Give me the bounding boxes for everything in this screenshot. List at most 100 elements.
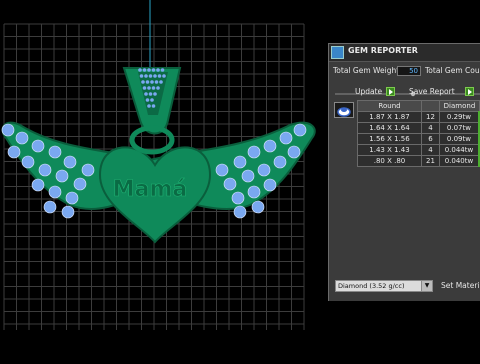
material-select[interactable]: Diamond (3.52 g/cc) ▼ bbox=[335, 280, 433, 292]
gem-icon bbox=[215, 163, 229, 177]
gem-icon bbox=[151, 86, 156, 90]
gem-icon bbox=[145, 98, 150, 102]
gem-table: Round Diamond 1.87 X 1.87 12 0.29tw 1.64 X… bbox=[357, 100, 480, 167]
gem-icon bbox=[144, 74, 148, 78]
gem-icon bbox=[247, 145, 261, 159]
gem-icon bbox=[231, 191, 245, 205]
gem-table-area: Round Diamond 1.87 X 1.87 12 0.29tw 1.64 X… bbox=[332, 100, 480, 180]
engraving-text: Mamá bbox=[113, 177, 188, 202]
gem-size: 1.87 X 1.87 bbox=[357, 111, 422, 123]
gem-weight: 0.09tw bbox=[438, 133, 480, 145]
dropdown-arrow-icon[interactable]: ▼ bbox=[421, 281, 432, 291]
gem-icon bbox=[21, 155, 35, 169]
gem-count: 4 bbox=[421, 144, 440, 156]
gem-thumbnail-icon[interactable] bbox=[334, 102, 354, 118]
gem-icon bbox=[159, 80, 163, 84]
gem-icon bbox=[147, 86, 151, 90]
gem-icon bbox=[142, 68, 147, 72]
gem-icon bbox=[233, 155, 247, 169]
gem-icon bbox=[153, 92, 157, 96]
table-row[interactable]: 1.64 X 1.64 4 0.07tw bbox=[357, 122, 480, 134]
total-gem-count-label: Total Gem Count bbox=[425, 66, 480, 75]
gem-icon bbox=[81, 163, 95, 177]
gem-icon bbox=[151, 68, 156, 72]
gem-icon bbox=[241, 169, 255, 183]
gem-weight: 0.29tw bbox=[438, 111, 480, 123]
gem-icon bbox=[162, 74, 166, 78]
gem-icon bbox=[31, 139, 45, 153]
gem-icon bbox=[61, 205, 75, 219]
gem-icon bbox=[38, 163, 52, 177]
gem-icon bbox=[154, 80, 159, 84]
gem-icon bbox=[148, 92, 153, 96]
gem-icon bbox=[1, 123, 15, 137]
update-button[interactable] bbox=[386, 87, 395, 96]
gem-icon bbox=[73, 177, 87, 191]
gem-icon bbox=[263, 139, 277, 153]
gem-icon bbox=[287, 145, 301, 159]
gem-icon bbox=[141, 80, 145, 84]
table-row[interactable]: 1.43 X 1.43 4 0.044tw bbox=[357, 144, 480, 156]
gem-icon bbox=[147, 104, 151, 108]
gem-icon bbox=[43, 200, 57, 214]
gem-icon bbox=[273, 155, 287, 169]
gem-size: 1.56 X 1.56 bbox=[357, 133, 422, 145]
pendant-model[interactable]: Mamá bbox=[1, 67, 316, 244]
gem-icon bbox=[157, 74, 162, 78]
gem-icon bbox=[153, 74, 157, 78]
gem-icon bbox=[233, 205, 247, 219]
gem-icon bbox=[63, 155, 77, 169]
gem-reporter-panel: GEM REPORTER Total Gem Weight 50 Total G… bbox=[328, 43, 480, 301]
gem-reporter-icon bbox=[331, 46, 344, 59]
panel-title: GEM REPORTER bbox=[348, 46, 418, 55]
column-header: Round bbox=[357, 100, 422, 112]
gem-icon bbox=[151, 104, 156, 108]
gem-icon bbox=[148, 74, 153, 78]
gem-icon bbox=[138, 68, 142, 72]
gem-icon bbox=[150, 98, 154, 102]
set-material-button[interactable]: Set Materia bbox=[441, 281, 480, 290]
table-row[interactable]: 1.87 X 1.87 12 0.29tw bbox=[357, 111, 480, 123]
gem-icon bbox=[150, 80, 154, 84]
gem-icon bbox=[257, 163, 271, 177]
gem-icon bbox=[65, 191, 79, 205]
gem-count: 4 bbox=[421, 122, 440, 134]
gem-weight: 0.044tw bbox=[438, 144, 480, 156]
gem-count: 6 bbox=[421, 133, 440, 145]
gem-icon bbox=[160, 68, 165, 72]
gem-icon bbox=[55, 169, 69, 183]
gem-icon bbox=[263, 178, 277, 192]
gem-icon bbox=[279, 131, 293, 145]
gem-size: .80 X .80 bbox=[357, 155, 422, 167]
gem-icon bbox=[251, 200, 265, 214]
column-header: Diamond bbox=[438, 100, 480, 112]
gem-icon bbox=[15, 131, 29, 145]
update-label[interactable]: Update bbox=[355, 87, 382, 96]
gem-icon bbox=[48, 145, 62, 159]
gem-icon bbox=[144, 92, 148, 96]
column-header bbox=[421, 100, 440, 112]
save-report-button[interactable] bbox=[465, 87, 474, 96]
gem-icon bbox=[139, 74, 144, 78]
gem-icon bbox=[156, 68, 160, 72]
gem-weight: 0.07tw bbox=[438, 122, 480, 134]
save-report-label[interactable]: Save Report bbox=[409, 87, 455, 96]
gem-icon bbox=[142, 86, 147, 90]
material-select-value: Diamond (3.52 g/cc) bbox=[338, 282, 405, 290]
gem-icon bbox=[7, 145, 21, 159]
total-gem-weight-field[interactable]: 50 bbox=[397, 66, 421, 76]
table-row[interactable]: .80 X .80 21 0.040tw bbox=[357, 155, 480, 167]
gem-icon bbox=[247, 185, 261, 199]
table-row[interactable]: 1.56 X 1.56 6 0.09tw bbox=[357, 133, 480, 145]
gem-count: 12 bbox=[421, 111, 440, 123]
gem-icon bbox=[293, 123, 307, 137]
gem-icon bbox=[223, 177, 237, 191]
gem-weight: 0.040tw bbox=[438, 155, 480, 167]
gem-icon bbox=[147, 68, 151, 72]
gem-icon bbox=[31, 178, 45, 192]
gem-size: 1.64 X 1.64 bbox=[357, 122, 422, 134]
gem-icon bbox=[145, 80, 150, 84]
panel-title-bar: GEM REPORTER bbox=[329, 44, 480, 62]
table-header-row: Round Diamond bbox=[357, 100, 480, 112]
gem-icon bbox=[48, 185, 62, 199]
